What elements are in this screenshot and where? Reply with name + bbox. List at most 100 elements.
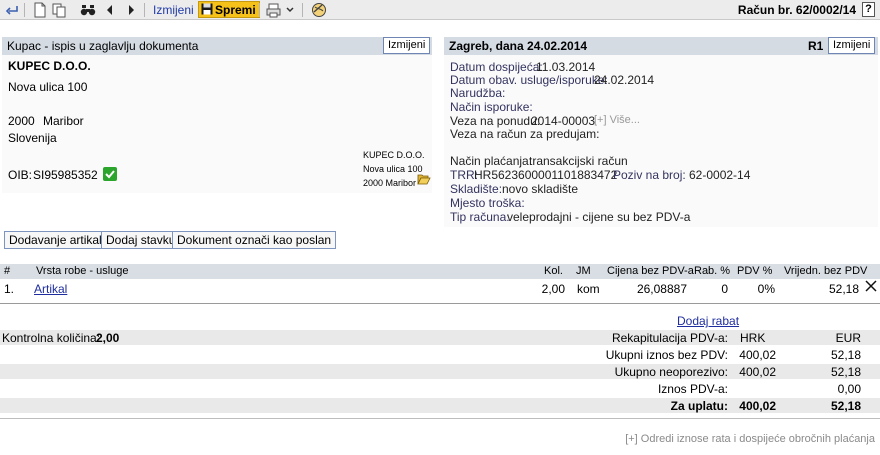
toolbar: Izmijeni Spremi Račun br. 62/0002/14 ? — [0, 0, 880, 20]
buyer-city: Maribor — [43, 114, 84, 128]
totals-row-untaxed: Ukupno neoporezivo: 400,02 52,18 — [0, 364, 880, 379]
buyer-name: KUPEC D.O.O. — [8, 59, 91, 73]
untaxed-eur: 52,18 — [830, 365, 861, 379]
divider — [0, 303, 880, 304]
warehouse-label: Skladište: — [450, 182, 503, 196]
col-header-num: # — [4, 265, 11, 277]
add-discount-link[interactable]: Dodaj rabat — [677, 314, 739, 328]
small-address-line3: 2000 Maribor — [363, 178, 417, 188]
vat-amount-label: Iznos PDV-a: — [657, 382, 728, 396]
buyer-panel-body: KUPEC D.O.O. Nova ulica 100 2000 Maribor… — [2, 55, 432, 193]
back-icon[interactable] — [4, 2, 20, 18]
net-eur: 52,18 — [830, 348, 861, 362]
item-link[interactable]: Artikal — [34, 282, 67, 296]
table-row: 1. Artikal 2,00 kom 26,08887 0 0% 52,18 — [0, 280, 880, 298]
small-address-line2: Nova ulica 100 — [363, 164, 423, 174]
row-discount: 0 — [721, 282, 728, 296]
row-price: 26,08887 — [636, 282, 687, 296]
control-qty-value: 2,00 — [96, 331, 120, 345]
tools-globe-icon[interactable] — [311, 2, 327, 18]
col-header-discount: Rab. % — [694, 265, 731, 277]
row-unit: kom — [577, 282, 600, 296]
reference-value: 62-0002-14 — [689, 168, 751, 182]
previous-icon[interactable] — [102, 2, 118, 18]
buyer-oib-value: SI95985352 — [33, 168, 98, 182]
save-button[interactable]: Spremi — [198, 1, 260, 18]
invoice-type-value: veleprodajni - cijene su bez PDV-a — [507, 210, 691, 224]
col-header-unit: JM — [576, 265, 591, 277]
vat-recap-label: Rekapitulacija PDV-a: — [611, 331, 728, 345]
totals-row-vat: Iznos PDV-a: 0,00 — [0, 381, 880, 396]
next-icon[interactable] — [123, 2, 139, 18]
invoice-type-label: Tip računa: — [450, 210, 510, 224]
row-num: 1. — [4, 282, 15, 296]
buyer-oib-label: OIB: — [8, 168, 33, 182]
chevron-down-icon[interactable] — [285, 2, 295, 18]
total-hrk: 400,02 — [739, 399, 776, 413]
row-vat: 0% — [757, 282, 775, 296]
buyer-edit-button[interactable]: Izmijeni — [383, 37, 431, 54]
total-label: Za uplatu: — [670, 399, 728, 413]
add-articles-button[interactable]: Dodavanje artikala — [4, 231, 114, 249]
untaxed-hrk: 400,02 — [739, 365, 776, 379]
divider — [0, 418, 880, 419]
due-date-label: Datum dospijeća: — [450, 60, 543, 74]
total-eur: 52,18 — [830, 399, 861, 413]
buyer-street: Nova ulica 100 — [8, 80, 88, 94]
net-hrk: 400,02 — [739, 348, 776, 362]
col-header-vat: PDV % — [737, 265, 773, 277]
offer-link-label: Veza na ponudu: — [450, 114, 541, 128]
search-binoculars-icon[interactable] — [80, 2, 96, 18]
invoice-place-date: Zagreb, dana 24.02.2014 — [449, 39, 588, 53]
warehouse-value: novo skladište — [502, 182, 579, 196]
prepayment-link-label: Veza na račun za predujam: — [450, 127, 600, 141]
copy-document-icon[interactable] — [51, 2, 67, 18]
invoice-edit-button[interactable]: Izmijeni — [828, 37, 876, 54]
add-item-button[interactable]: Dodaj stavku — [101, 231, 181, 249]
buyer-panel-title: Kupac - ispis u zaglavlju dokumenta — [7, 39, 199, 53]
offer-more-link[interactable]: [+] Više... — [594, 114, 640, 126]
totals-row-recap: Kontrolna količina: 2,00 Rekapitulacija … — [0, 330, 880, 345]
buyer-panel-header: Kupac - ispis u zaglavlju dokumenta Izmi… — [2, 37, 432, 55]
folder-open-icon[interactable] — [417, 173, 431, 185]
new-document-icon[interactable] — [32, 2, 48, 18]
row-value: 52,18 — [828, 282, 859, 296]
offer-link-value: 2014-00003 — [531, 114, 596, 128]
items-table-header: # Vrsta robe - usluge Kol. JM Cijena bez… — [0, 264, 880, 279]
delivery-method-label: Način isporuke: — [450, 100, 533, 114]
vat-amount-eur: 0,00 — [837, 382, 861, 396]
installments-link[interactable]: [+] Odredi iznose rata i dospijeće obroč… — [625, 433, 875, 445]
toolbar-separator — [259, 3, 260, 17]
delivery-date-label: Datum obav. usluge/isporuke: — [450, 73, 608, 87]
print-export-icon[interactable] — [266, 2, 282, 18]
net-label: Ukupni iznos bez PDV: — [605, 348, 728, 362]
col-header-price: Cijena bez PDV-a — [607, 265, 694, 277]
control-qty-label: Kontrolna količina: — [2, 331, 101, 345]
buyer-panel: Kupac - ispis u zaglavlju dokumenta Izmi… — [2, 37, 432, 193]
invoice-panel-header: Zagreb, dana 24.02.2014 R1 Izmijeni — [444, 37, 878, 55]
buyer-country: Slovenija — [8, 131, 57, 145]
edit-button[interactable]: Izmijeni — [153, 3, 194, 17]
currency-hrk: HRK — [740, 331, 766, 345]
payment-method-value: transakcijski račun — [529, 154, 628, 168]
toolbar-separator — [144, 3, 145, 17]
due-date-value: 11.03.2014 — [536, 60, 596, 74]
check-icon — [103, 167, 117, 181]
invoice-code: R1 — [808, 39, 824, 53]
totals-row-grand-total: Za uplatu: 400,02 52,18 — [0, 398, 880, 413]
toolbar-separator — [302, 3, 303, 17]
mark-sent-button[interactable]: Dokument označi kao poslan — [172, 231, 337, 249]
totals-row-net: Ukupni iznos bez PDV: 400,02 52,18 — [0, 347, 880, 362]
help-button[interactable]: ? — [862, 2, 875, 17]
buyer-postal-code: 2000 — [8, 114, 35, 128]
delete-row-icon[interactable] — [865, 280, 877, 292]
document-title: Račun br. 62/0002/14 — [737, 3, 856, 17]
payment-method-label: Način plaćanja: — [450, 154, 533, 168]
floppy-disk-icon — [201, 3, 213, 15]
reference-label: Poziv na broj: — [613, 168, 686, 182]
currency-eur: EUR — [835, 331, 861, 345]
trr-value: HR5623600001101883472 — [474, 168, 618, 182]
cost-place-label: Mjesto troška: — [450, 196, 525, 210]
save-label: Spremi — [215, 3, 256, 17]
toolbar-separator — [24, 3, 25, 17]
